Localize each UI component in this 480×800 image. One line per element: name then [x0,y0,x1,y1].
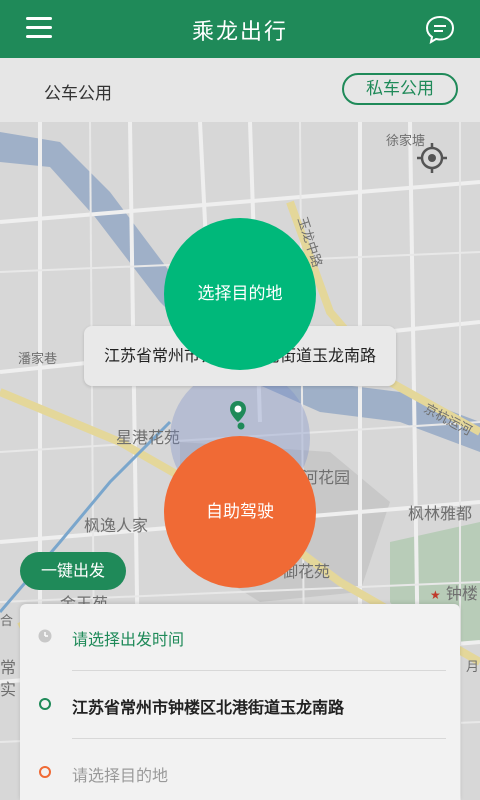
chat-bubble-icon[interactable] [424,14,456,45]
locate-crosshair-icon[interactable] [416,142,448,174]
destination-row[interactable]: 请选择目的地 [20,740,460,800]
map-label-panjiaxiang: 潘家巷 [18,352,58,367]
departure-time-placeholder: 请选择出发时间 [72,630,185,649]
divider [72,738,446,739]
destination-dot-icon [38,764,52,778]
star-icon: ★ [430,588,441,602]
map-label-ge: 合 [0,614,14,629]
app-title: 乘龙出行 [191,20,288,45]
origin-row[interactable]: 江苏省常州市钟楼区北港街道玉龙南路 [20,672,460,738]
choose-destination-button[interactable]: 选择目的地 [164,218,316,370]
destination-placeholder: 请选择目的地 [72,766,169,785]
map-label-zhonglou: ★ 钟楼 [430,580,478,604]
departure-time-row[interactable]: 请选择出发时间 [20,604,460,670]
origin-address: 江苏省常州市钟楼区北港街道玉龙南路 [72,698,345,717]
clock-icon [38,628,52,643]
map-pin-icon [228,400,248,430]
one-key-depart-button[interactable]: 一键出发 [20,552,126,590]
app-header: 乘龙出行 [0,0,480,58]
divider [72,670,446,671]
origin-dot-icon [38,696,52,710]
map-label-fengyi: 枫逸人家 [84,516,149,535]
self-drive-button[interactable]: 自助驾驶 [164,436,316,588]
map-label-zhonglou-text: 钟楼 [445,584,478,603]
map-label-fenglin: 枫林雅都 [408,504,473,523]
mode-bar: 公车公用 私车公用 [0,58,480,122]
public-car-tab[interactable]: 公车公用 [44,79,112,104]
map-label-shi: 实 [0,680,17,699]
map-label-yue: 月 [466,660,480,675]
map-label-chang: 常 [0,658,17,677]
private-car-button[interactable]: 私车公用 [342,73,458,105]
trip-panel: 请选择出发时间 江苏省常州市钟楼区北港街道玉龙南路 请选择目的地 [20,604,460,800]
